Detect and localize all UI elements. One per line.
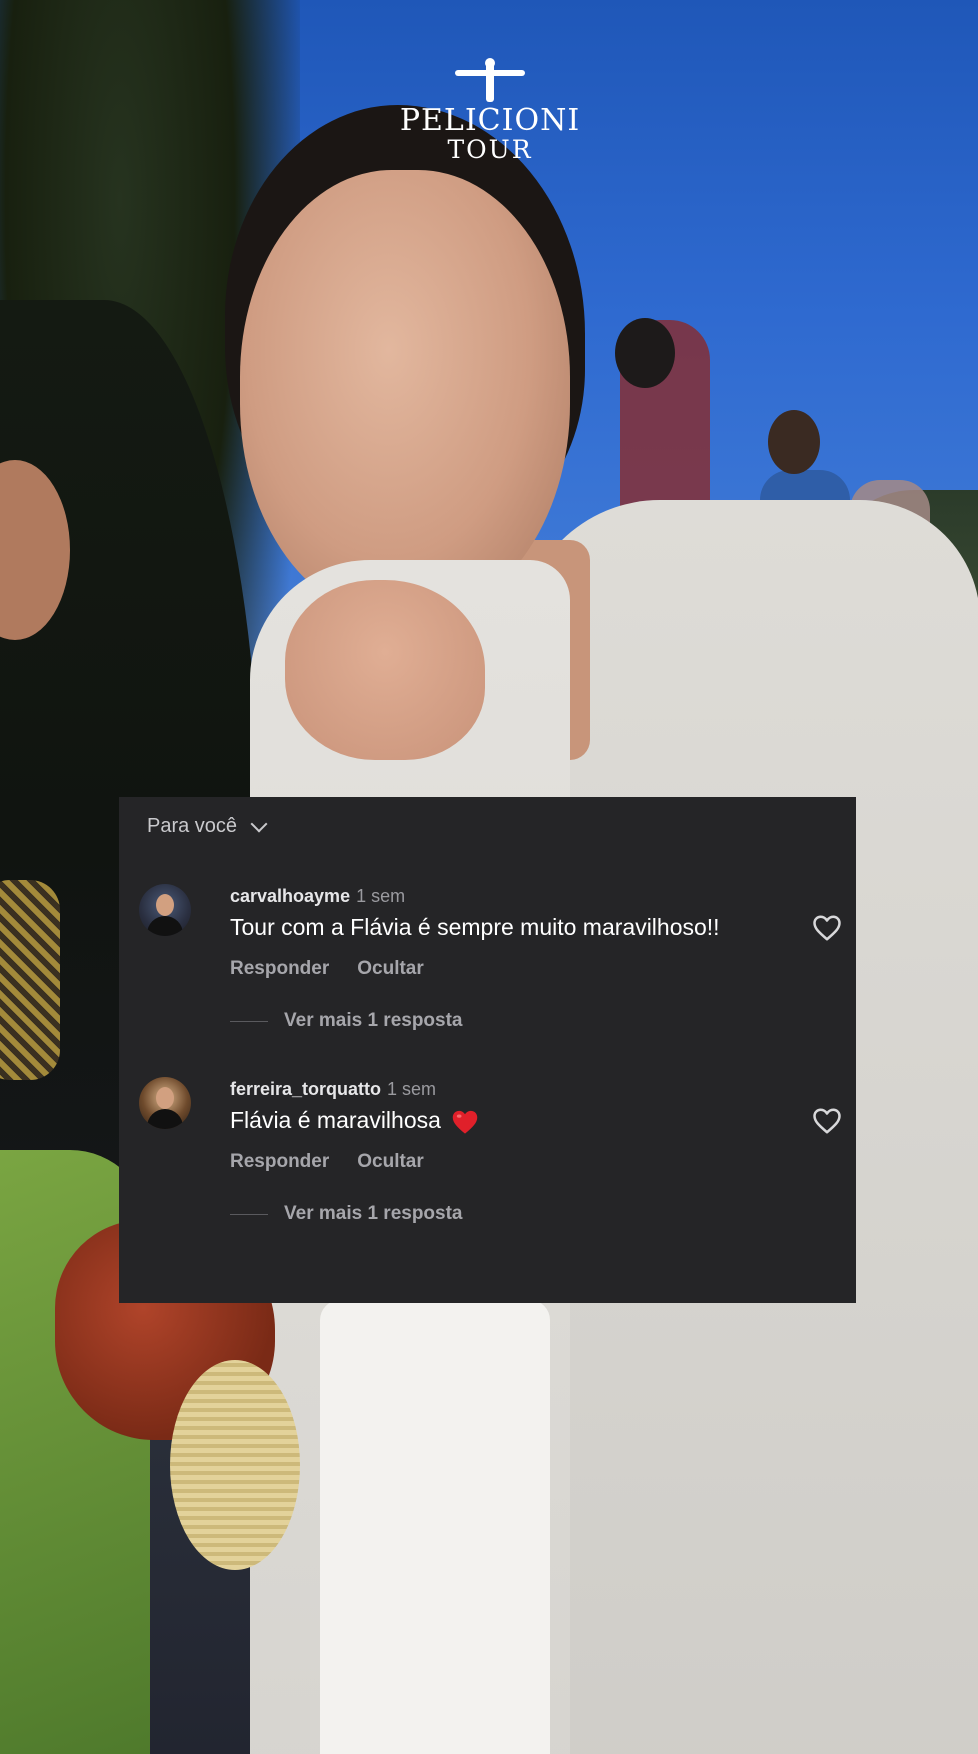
comment-time: 1 sem	[356, 886, 406, 906]
woman-face	[240, 170, 570, 620]
user-avatar[interactable]	[139, 1077, 191, 1129]
comment-meta: ferreira_torquatto 1 sem	[230, 1079, 436, 1100]
woman-hand	[285, 580, 485, 760]
logo-name: PELICIONI	[399, 103, 581, 138]
comment-actions: Responder Ocultar	[230, 958, 424, 980]
comment-text: Tour com a Flávia é sempre muito maravil…	[230, 914, 720, 940]
gold-bag	[0, 880, 60, 1080]
straw-bag	[170, 1360, 300, 1570]
divider	[230, 1020, 268, 1022]
christ-statue-icon	[455, 58, 525, 102]
comment-username[interactable]: carvalhoayme	[230, 886, 350, 906]
brand-logo: PELICIONI TOUR	[395, 58, 585, 164]
comments-panel: Para você carvalhoayme 1 sem Tour com a F…	[119, 797, 856, 1303]
reply-button[interactable]: Responder	[230, 958, 329, 979]
background-person-head	[768, 410, 820, 474]
comment-time: 1 sem	[387, 1079, 437, 1099]
heart-outline-icon[interactable]	[812, 914, 842, 942]
red-heart-emoji-icon	[452, 1110, 478, 1134]
heart-outline-icon[interactable]	[812, 1107, 842, 1135]
divider	[230, 1213, 268, 1215]
view-more-replies-label: Ver mais 1 resposta	[284, 1203, 463, 1224]
hide-button[interactable]: Ocultar	[357, 1151, 424, 1172]
woman-pants	[320, 1300, 550, 1754]
logo-subtitle: TOUR	[447, 135, 533, 164]
filter-label: Para você	[147, 815, 238, 837]
chevron-down-icon	[250, 815, 268, 832]
comments-filter-dropdown[interactable]: Para você	[147, 815, 268, 838]
background-person-head	[615, 318, 675, 388]
comment-actions: Responder Ocultar	[230, 1151, 424, 1173]
hide-button[interactable]: Ocultar	[357, 958, 424, 979]
comment-meta: carvalhoayme 1 sem	[230, 886, 405, 907]
user-avatar[interactable]	[139, 884, 191, 936]
comment-text-row: Flávia é maravilhosa	[230, 1107, 479, 1135]
view-more-replies-label: Ver mais 1 resposta	[284, 1010, 463, 1031]
comment-text: Flávia é maravilhosa	[230, 1107, 441, 1133]
comment-username[interactable]: ferreira_torquatto	[230, 1079, 381, 1099]
view-more-replies-button[interactable]: Ver mais 1 resposta	[230, 1010, 463, 1032]
view-more-replies-button[interactable]: Ver mais 1 resposta	[230, 1203, 463, 1225]
reply-button[interactable]: Responder	[230, 1151, 329, 1172]
